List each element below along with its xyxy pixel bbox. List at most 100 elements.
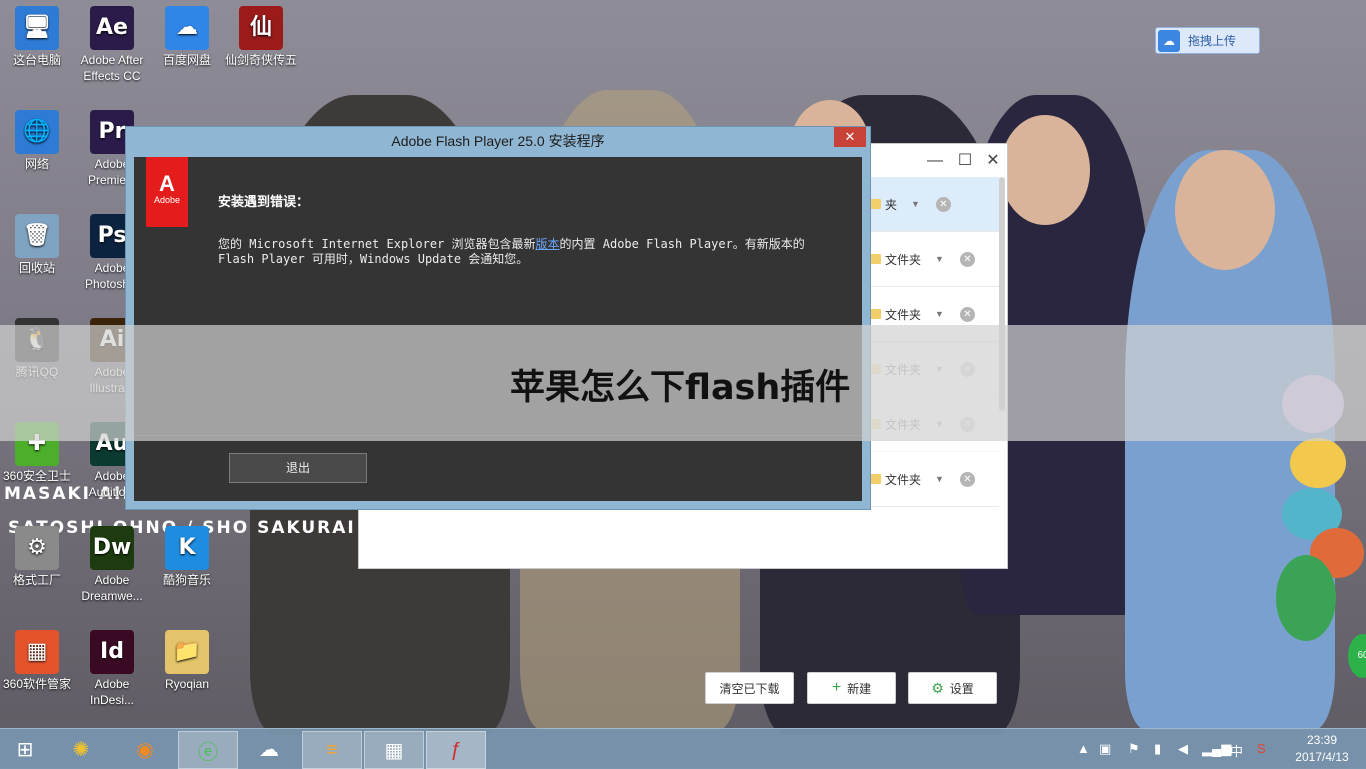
taskbar-app-baidu-netdisk[interactable]: ☁ [240, 731, 298, 767]
windows-logo-icon: ⊞ [16, 738, 34, 761]
title-banner: 苹果怎么下flash插件 [0, 325, 1366, 441]
download-row-label: 文件夹 [885, 472, 922, 487]
volume-icon[interactable]: ◀ [1178, 741, 1188, 757]
action-center-flag-icon[interactable]: ⚑ [1128, 741, 1140, 757]
app-icon: Id [90, 630, 134, 674]
chevron-down-icon[interactable]: ▼ [935, 309, 944, 319]
flash-icon: ƒ [450, 738, 462, 761]
adobe-logo-text: Adobe [153, 195, 181, 205]
desktop-icon-label: 回收站 [18, 261, 55, 275]
clock-date: 2017/4/13 [1295, 750, 1349, 764]
taskbar-app-control-panel[interactable]: ▦ [364, 731, 424, 769]
version-link[interactable]: 版本 [536, 237, 560, 251]
desktop-icon-label: 360安全卫士 [2, 469, 72, 483]
show-hidden-icons-button[interactable]: ▲ [1077, 741, 1090, 756]
desktop-icon[interactable]: 🖥 这台电脑 [0, 0, 74, 68]
drag-upload-button[interactable]: ☁ 拖拽上传 [1155, 27, 1260, 54]
speed-ball-label: 60 [1357, 650, 1366, 661]
taskbar-app-wps[interactable]: ≡ [302, 731, 362, 769]
error-heading: 安装遇到错误： [218, 194, 310, 209]
desktop-icon[interactable]: ⚙ 格式工厂 [0, 520, 74, 588]
app-icon: 🌐 [15, 110, 59, 154]
app-icon: 📁 [165, 630, 209, 674]
download-row[interactable]: 文件夹 ▼ ✕ [869, 452, 999, 507]
download-row-label: 文件夹 [885, 252, 922, 267]
app-icon: 🖥 [15, 6, 59, 50]
new-label: 新建 [847, 681, 872, 696]
cloud-icon: ☁ [259, 738, 279, 761]
remove-icon[interactable]: ✕ [935, 196, 951, 212]
desktop-icon-label: 仙剑奇侠传五 [224, 53, 297, 67]
desktop-icon-label: Adobe InDesi... [89, 677, 134, 707]
desktop-icon-label: Ryoqian [164, 677, 210, 691]
drag-upload-label: 拖拽上传 [1188, 34, 1237, 48]
chevron-down-icon[interactable]: ▼ [935, 254, 944, 264]
control-panel-icon: ▦ [384, 739, 404, 762]
taskbar-app-ie[interactable]: ⓔ [178, 731, 238, 769]
desktop-icon-label: 这台电脑 [12, 53, 61, 67]
ime-indicator[interactable]: 中 [1230, 741, 1243, 760]
download-row-label: 夹 [885, 197, 898, 212]
browser-icon: ◉ [136, 738, 154, 761]
remove-icon[interactable]: ✕ [959, 471, 975, 487]
desktop-icon[interactable]: 🌐 网络 [0, 104, 74, 172]
sticker-image [1276, 555, 1336, 641]
remove-icon[interactable]: ✕ [959, 306, 975, 322]
network-signal-icon[interactable]: ▂▄▆ [1202, 741, 1231, 757]
minimize-button[interactable]: — [925, 152, 945, 170]
download-row[interactable]: 夹 ▼ ✕ [869, 177, 999, 232]
clear-downloaded-button[interactable]: 清空已下载 [705, 672, 794, 704]
app-icon: Dw [90, 526, 134, 570]
app-icon: ☁ [165, 6, 209, 50]
speed-ball-widget[interactable]: 60 [1348, 634, 1366, 678]
sticker-image [1290, 438, 1346, 488]
desktop-icon-label: 360软件管家 [2, 677, 72, 691]
wallpaper-face [1000, 115, 1090, 225]
exit-button[interactable]: 退出 [229, 453, 367, 483]
desktop-icon[interactable]: 📁 Ryoqian [150, 624, 224, 692]
close-button[interactable]: ✕ [983, 152, 1003, 170]
gear-icon: ⚙ [931, 679, 944, 696]
taskbar-app-pinwheel[interactable]: ✺ [52, 731, 110, 767]
maximize-button[interactable]: ☐ [955, 152, 975, 170]
ie-icon: ⓔ [198, 741, 218, 764]
dialog-close-button[interactable]: ✕ [834, 127, 866, 147]
error-message-text: 您的 Microsoft Internet Explorer 浏览器包含最新 [218, 237, 536, 251]
app-icon: ⚙ [15, 526, 59, 570]
desktop-icon-label: Adobe Dreamwe... [81, 573, 143, 603]
power-icon[interactable]: ▮ [1154, 741, 1161, 757]
cloud-icon: ☁ [1158, 29, 1180, 52]
app-icon: 仙 [239, 6, 283, 50]
new-button[interactable]: + 新建 [807, 672, 896, 704]
desktop-icon[interactable]: 仙仙剑奇侠传五 [224, 0, 298, 68]
start-button[interactable]: ⊞ [0, 731, 50, 767]
sogou-ime-icon[interactable]: S [1257, 741, 1266, 756]
download-row[interactable]: 文件夹 ▼ ✕ [869, 232, 999, 287]
taskbar-app-flash-installer[interactable]: ƒ [426, 731, 486, 769]
clock-time: 23:39 [1306, 733, 1338, 747]
clock[interactable]: 23:39 2017/4/13 [1292, 732, 1352, 766]
desktop-icon[interactable]: 🗑 回收站 [0, 208, 74, 276]
desktop-icon[interactable]: K 酷狗音乐 [150, 520, 224, 588]
desktop-icon[interactable]: ▦ 360软件管家 [0, 624, 74, 692]
app-icon: ▦ [15, 630, 59, 674]
app-icon: K [165, 526, 209, 570]
chevron-down-icon[interactable]: ▼ [911, 199, 920, 209]
banner-title: 苹果怎么下flash插件 [510, 368, 851, 408]
desktop-icon[interactable]: Dw Adobe Dreamwe... [75, 520, 149, 604]
desktop-icon[interactable]: Ae Adobe After Effects CC [75, 0, 149, 84]
desktop-icon[interactable]: ☁ 百度网盘 [150, 0, 224, 68]
remove-icon[interactable]: ✕ [959, 251, 975, 267]
plus-icon: + [831, 679, 842, 696]
app-icon: Ae [90, 6, 134, 50]
chat-icon[interactable]: ▣ [1099, 741, 1111, 757]
clear-downloaded-label: 清空已下载 [719, 681, 780, 696]
taskbar-app-browser[interactable]: ◉ [116, 731, 174, 767]
chevron-down-icon[interactable]: ▼ [935, 474, 944, 484]
flash-installer-dialog: Adobe Flash Player 25.0 安装程序 ✕ A Adobe 安… [125, 126, 871, 510]
desktop-icon-label: 酷狗音乐 [162, 573, 211, 587]
wallpaper-face [1175, 150, 1275, 270]
desktop-icon[interactable]: Id Adobe InDesi... [75, 624, 149, 708]
desktop-icon-label: 网络 [24, 157, 49, 171]
settings-button[interactable]: ⚙ 设置 [908, 672, 997, 704]
